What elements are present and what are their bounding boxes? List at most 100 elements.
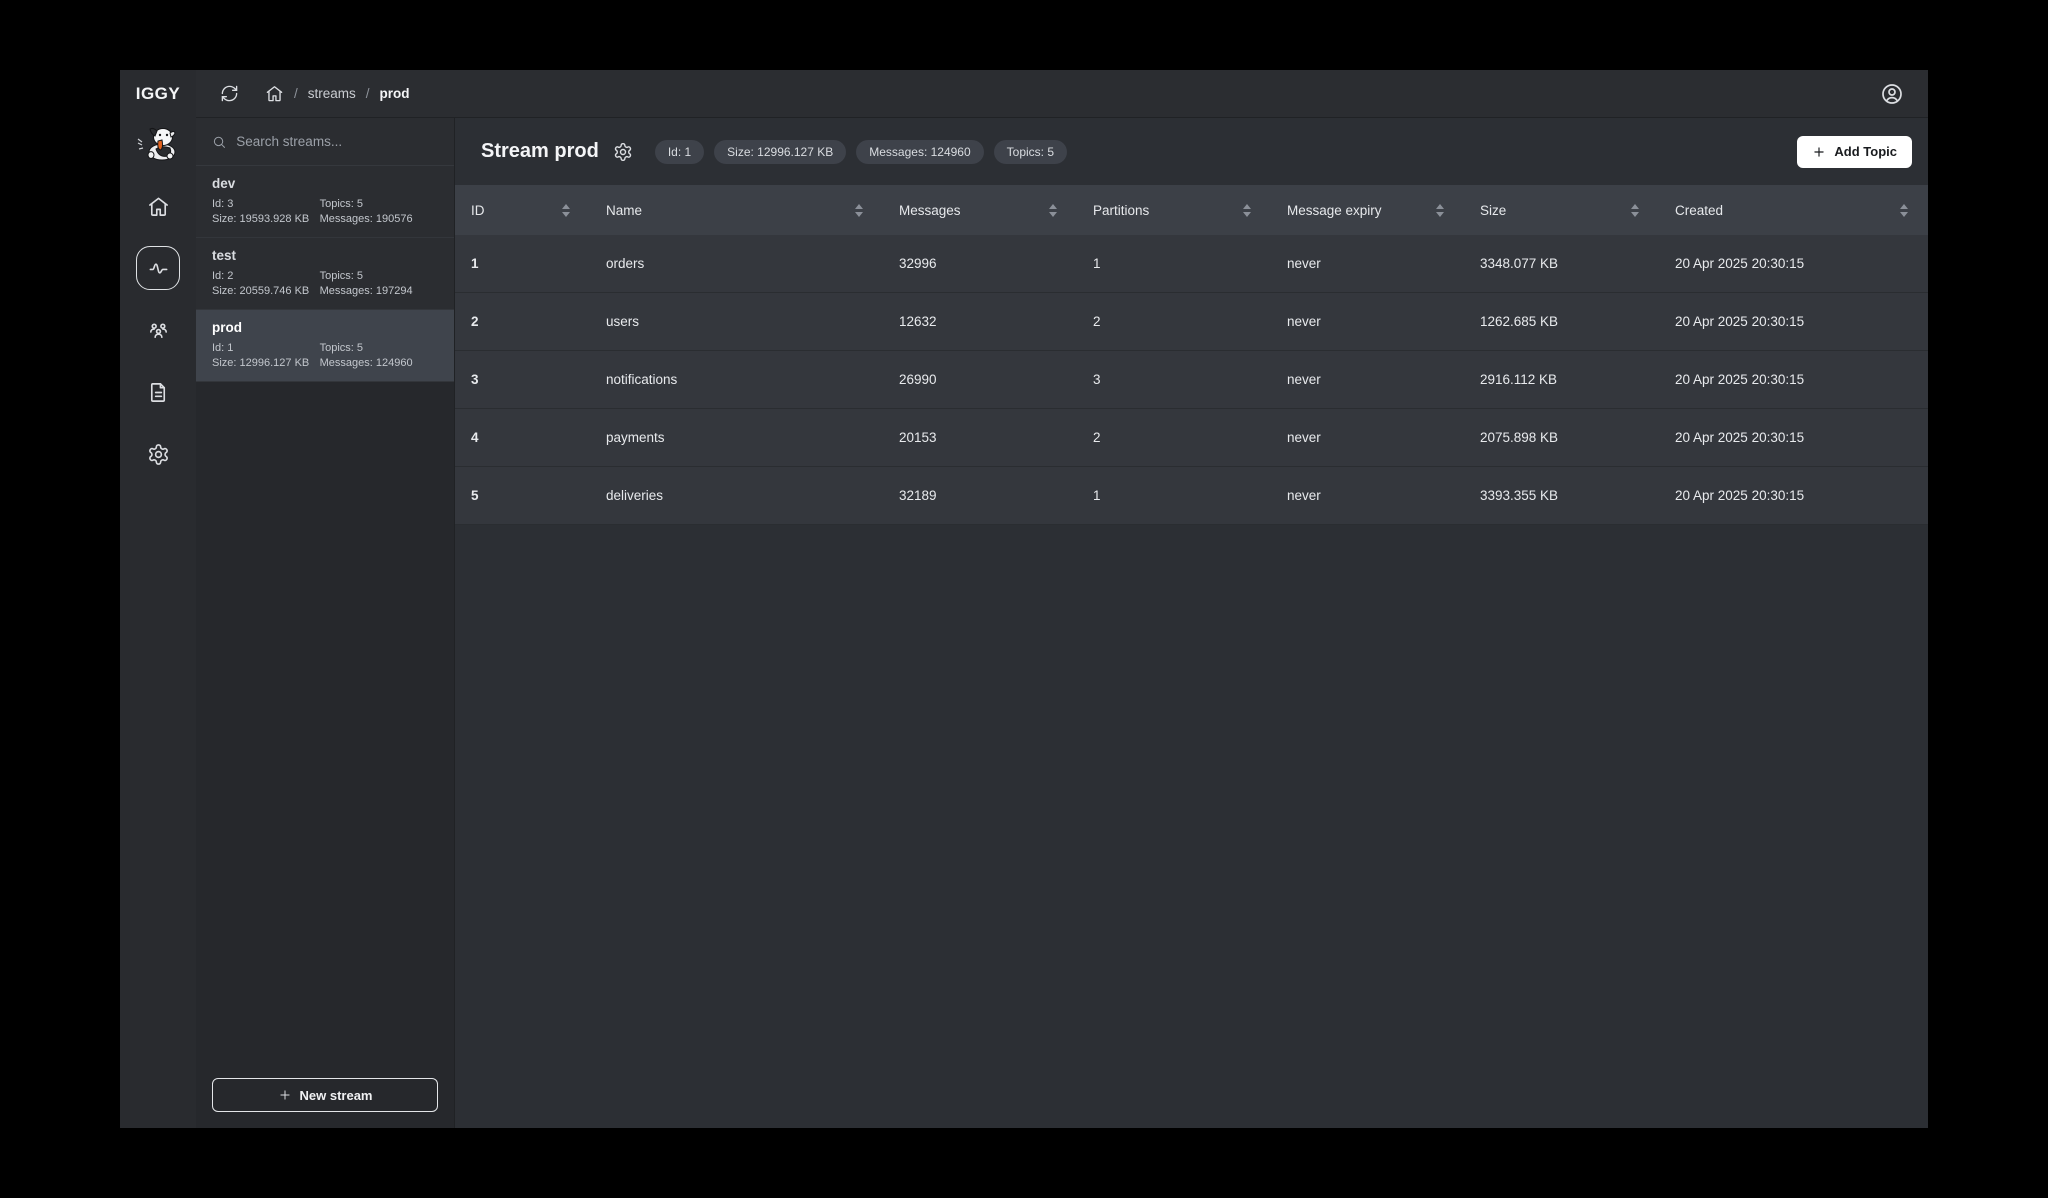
home-icon [147, 195, 170, 218]
table-row-orders[interactable]: 1 orders 32996 1 never 3348.077 KB 20 Ap… [455, 235, 1928, 293]
stream-topics: Topics: 5 [320, 270, 438, 282]
cell-size: 1262.685 KB [1464, 314, 1659, 329]
nav-settings-button[interactable] [136, 432, 180, 476]
stream-list-item-prod[interactable]: prod Id: 1 Topics: 5 Size: 12996.127 KB … [196, 310, 454, 382]
cell-partitions: 2 [1077, 314, 1271, 329]
breadcrumb-separator: / [294, 86, 298, 101]
column-header-created: Created [1675, 203, 1723, 218]
topbar: / streams / prod [196, 70, 1928, 118]
page-title: Stream prod [481, 140, 599, 163]
topics-table-header: ID Name Messages Partitions Message expi… [455, 185, 1928, 235]
new-stream-button[interactable]: New stream [212, 1078, 438, 1112]
cell-partitions: 3 [1077, 372, 1271, 387]
cell-messages: 32189 [883, 488, 1077, 503]
search-input[interactable] [236, 134, 438, 149]
document-icon [147, 381, 170, 404]
column-header-message-expiry: Message expiry [1287, 203, 1382, 218]
stream-stat-badges: Id: 1 Size: 12996.127 KB Messages: 12496… [655, 140, 1067, 164]
cell-created: 20 Apr 2025 20:30:15 [1659, 314, 1928, 329]
stream-name: dev [212, 176, 438, 191]
cell-size: 3348.077 KB [1464, 256, 1659, 271]
table-row-payments[interactable]: 4 payments 20153 2 never 2075.898 KB 20 … [455, 409, 1928, 467]
cell-partitions: 1 [1077, 256, 1271, 271]
stream-list-item-dev[interactable]: dev Id: 3 Topics: 5 Size: 19593.928 KB M… [196, 166, 454, 238]
streams-sidebar: dev Id: 3 Topics: 5 Size: 19593.928 KB M… [196, 118, 455, 1128]
search-icon [212, 134, 226, 150]
breadcrumb-current: prod [380, 86, 410, 101]
stream-messages: Messages: 197294 [320, 285, 438, 297]
stream-size: Size: 20559.746 KB [212, 285, 320, 297]
cell-partitions: 1 [1077, 488, 1271, 503]
cell-message-expiry: never [1271, 314, 1464, 329]
cell-created: 20 Apr 2025 20:30:15 [1659, 488, 1928, 503]
sort-control[interactable] [1049, 204, 1057, 217]
users-icon [147, 319, 170, 342]
nav-streams-button[interactable] [136, 246, 180, 290]
brand-logo: IGGY [136, 70, 181, 118]
stream-name: prod [212, 320, 438, 335]
column-header-name: Name [606, 203, 642, 218]
nav-logs-button[interactable] [136, 370, 180, 414]
sort-control[interactable] [562, 204, 570, 217]
sort-control[interactable] [855, 204, 863, 217]
breadcrumb-separator: / [366, 86, 370, 101]
table-row-deliveries[interactable]: 5 deliveries 32189 1 never 3393.355 KB 2… [455, 467, 1928, 525]
cell-name: users [590, 314, 883, 329]
column-header-size: Size [1480, 203, 1506, 218]
cell-created: 20 Apr 2025 20:30:15 [1659, 430, 1928, 445]
cell-name: notifications [590, 372, 883, 387]
breadcrumb: / streams / prod [220, 84, 410, 103]
column-header-partitions: Partitions [1093, 203, 1149, 218]
cell-created: 20 Apr 2025 20:30:15 [1659, 256, 1928, 271]
column-header-id: ID [471, 203, 485, 218]
badge-size: Size: 12996.127 KB [714, 140, 846, 164]
stream-id: Id: 3 [212, 198, 320, 210]
stream-search [196, 118, 454, 166]
cell-created: 20 Apr 2025 20:30:15 [1659, 372, 1928, 387]
gear-icon [147, 443, 170, 466]
cell-messages: 32996 [883, 256, 1077, 271]
stream-messages: Messages: 124960 [320, 357, 438, 369]
stream-header: Stream prod Id: 1 Size: 12996.127 KB Mes… [455, 118, 1928, 185]
stream-settings-button[interactable] [613, 142, 633, 162]
sort-control[interactable] [1900, 204, 1908, 217]
stream-list-item-test[interactable]: test Id: 2 Topics: 5 Size: 20559.746 KB … [196, 238, 454, 310]
cell-partitions: 2 [1077, 430, 1271, 445]
cell-id: 4 [455, 430, 590, 445]
user-avatar-icon[interactable] [1880, 82, 1904, 106]
right-column: / streams / prod dev Id: 3 [196, 70, 1928, 1128]
activity-wave-icon [147, 257, 170, 280]
icon-rail: IGGY [120, 70, 196, 1128]
stream-topics: Topics: 5 [320, 198, 438, 210]
refresh-icon[interactable] [220, 84, 239, 103]
cell-size: 2075.898 KB [1464, 430, 1659, 445]
nav-home-button[interactable] [136, 184, 180, 228]
iggy-mascot-logo [136, 124, 180, 164]
cell-name: orders [590, 256, 883, 271]
cell-messages: 12632 [883, 314, 1077, 329]
cell-messages: 26990 [883, 372, 1077, 387]
table-row-notifications[interactable]: 3 notifications 26990 3 never 2916.112 K… [455, 351, 1928, 409]
nav-users-button[interactable] [136, 308, 180, 352]
stream-name: test [212, 248, 438, 263]
badge-messages: Messages: 124960 [856, 140, 983, 164]
sort-control[interactable] [1436, 204, 1444, 217]
cell-size: 2916.112 KB [1464, 372, 1659, 387]
sort-control[interactable] [1243, 204, 1251, 217]
cell-id: 5 [455, 488, 590, 503]
rail-nav [136, 184, 180, 476]
iggy-mascot [138, 128, 175, 160]
table-row-users[interactable]: 2 users 12632 2 never 1262.685 KB 20 Apr… [455, 293, 1928, 351]
stream-messages: Messages: 190576 [320, 213, 438, 225]
home-breadcrumb-icon[interactable] [265, 84, 284, 103]
breadcrumb-streams-link[interactable]: streams [308, 86, 356, 101]
stream-size: Size: 12996.127 KB [212, 357, 320, 369]
cell-message-expiry: never [1271, 256, 1464, 271]
column-header-messages: Messages [899, 203, 961, 218]
cell-messages: 20153 [883, 430, 1077, 445]
add-topic-button[interactable]: Add Topic [1797, 136, 1912, 168]
cell-message-expiry: never [1271, 372, 1464, 387]
sort-control[interactable] [1631, 204, 1639, 217]
app-window: IGGY [120, 70, 1928, 1128]
stream-id: Id: 1 [212, 342, 320, 354]
